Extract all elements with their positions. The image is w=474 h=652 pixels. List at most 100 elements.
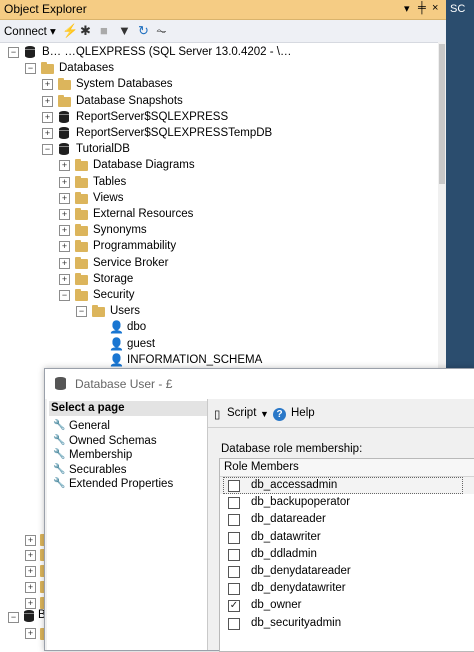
expand-icon[interactable]: +	[25, 566, 36, 577]
tree-node-label: Service Broker	[93, 256, 169, 269]
tree-node[interactable]: − TutorialDB	[0, 141, 436, 157]
role-row[interactable]: db_datawriter	[220, 529, 474, 546]
folder-icon	[75, 208, 88, 220]
role-name: db_backupoperator	[251, 496, 351, 509]
collapse-icon[interactable]: −	[8, 47, 19, 58]
role-membership-label: Database role membership:	[221, 443, 363, 455]
tree-node[interactable]: − Databases	[0, 60, 436, 76]
database-icon	[55, 377, 66, 390]
wrench-icon: 🔧	[53, 434, 66, 446]
collapse-icon[interactable]: −	[42, 144, 53, 156]
tree-node-label: Tables	[93, 175, 127, 188]
role-checkbox[interactable]	[228, 514, 240, 527]
role-checkbox[interactable]	[228, 583, 240, 596]
tree-node[interactable]: − Users	[0, 303, 436, 319]
role-row[interactable]: db_accessadmin	[220, 477, 474, 494]
filter-icon[interactable]: ▼	[118, 23, 131, 38]
tree-node[interactable]: − B… …QLEXPRESS (SQL Server 13.0.4202 - \…	[0, 44, 436, 60]
role-name: db_owner	[251, 599, 302, 612]
expand-icon[interactable]: +	[59, 273, 70, 285]
collapse-icon[interactable]: −	[59, 290, 70, 301]
script-dropdown-icon[interactable]: ▼	[260, 409, 269, 419]
role-checkbox[interactable]	[228, 480, 240, 492]
tree-node[interactable]: 👤 guest	[0, 336, 436, 352]
tree-node[interactable]: + Database Diagrams	[0, 157, 436, 173]
scrollbar-thumb[interactable]	[439, 44, 445, 184]
tree-node[interactable]: + External Resources	[0, 206, 436, 222]
role-row[interactable]: db_denydatawriter	[220, 580, 474, 597]
role-row[interactable]: db_ddladmin	[220, 546, 474, 563]
tree-node-label: Security	[93, 289, 135, 301]
tree-node[interactable]: + Programmability	[0, 238, 436, 254]
refresh-icon[interactable]: ↻	[138, 23, 149, 39]
role-name: db_denydatawriter	[251, 582, 346, 595]
role-checkbox[interactable]	[228, 548, 240, 561]
role-row[interactable]: db_denydatareader	[220, 563, 474, 580]
folder-icon	[58, 78, 71, 91]
tree-node[interactable]: + ReportServer$SQLEXPRESS	[0, 109, 436, 125]
expand-icon[interactable]: +	[25, 582, 36, 593]
script-button[interactable]: Script	[227, 407, 256, 419]
script-icon[interactable]: ▯	[214, 407, 220, 421]
expand-icon[interactable]: +	[59, 176, 70, 188]
page-item-label: General	[69, 420, 110, 432]
expand-icon[interactable]: +	[25, 535, 36, 546]
stop-icon[interactable]: ■	[100, 23, 108, 38]
role-row[interactable]: db_datareader	[220, 511, 474, 528]
folder-icon	[92, 305, 105, 318]
folder-icon	[75, 240, 88, 253]
tree-node[interactable]: + Database Snapshots	[0, 93, 436, 109]
help-button[interactable]: Help	[291, 407, 315, 419]
role-checkbox[interactable]: ✓	[228, 600, 240, 613]
expand-icon[interactable]: +	[59, 257, 70, 269]
tree-node[interactable]: + Tables	[0, 174, 436, 190]
tree-node[interactable]: 👤 dbo	[0, 319, 436, 335]
expand-icon[interactable]: +	[59, 209, 70, 220]
role-row[interactable]: ✓ db_owner	[220, 597, 474, 614]
role-name: db_datawriter	[251, 530, 321, 543]
help-icon[interactable]: ?	[273, 408, 286, 421]
collapse-icon[interactable]: −	[25, 63, 36, 75]
expand-icon[interactable]: +	[42, 95, 53, 107]
expand-icon[interactable]: +	[25, 628, 36, 639]
wrench-icon: 🔧	[53, 449, 66, 460]
role-checkbox[interactable]	[228, 497, 240, 510]
expand-icon[interactable]: +	[25, 550, 36, 561]
dropdown-icon[interactable]: ▾	[404, 2, 410, 15]
expand-icon[interactable]: +	[42, 128, 53, 139]
tree-node[interactable]: 👤 INFORMATION_SCHEMA	[0, 352, 436, 368]
role-name: db_securityadmin	[251, 616, 342, 629]
side-tab-label[interactable]: SC	[450, 3, 465, 15]
role-row[interactable]: db_securityadmin	[220, 615, 474, 632]
activity-icon[interactable]: ⏦	[156, 23, 167, 39]
expand-icon[interactable]: +	[25, 598, 36, 609]
tree-node[interactable]: + Service Broker	[0, 255, 436, 271]
expand-icon[interactable]: +	[59, 241, 70, 253]
folder-icon	[75, 175, 88, 188]
expand-icon[interactable]: +	[59, 160, 70, 172]
tree-node[interactable]: − Security	[0, 287, 436, 303]
role-checkbox[interactable]	[228, 531, 240, 544]
role-checkbox[interactable]	[228, 566, 240, 578]
tree-node[interactable]: + System Databases	[0, 76, 436, 92]
pin-icon[interactable]: ╪	[418, 2, 426, 14]
tree-node[interactable]: + ReportServer$SQLEXPRESSTempDB	[0, 125, 436, 141]
object-explorer-toolbar: Connect ▾ ⚡ ✱ ■ ▼ ↻ ⏦	[0, 20, 446, 43]
role-members-header: Role Members	[224, 461, 299, 473]
connect-button[interactable]: Connect ▾	[4, 24, 56, 38]
expand-icon[interactable]: +	[42, 79, 53, 91]
close-icon[interactable]: ×	[432, 2, 438, 14]
tree-node[interactable]: + Storage	[0, 271, 436, 287]
disconnect-icon[interactable]: ✱	[80, 23, 91, 39]
folder-icon	[75, 191, 88, 204]
connect-icon[interactable]: ⚡	[62, 23, 78, 39]
tree-node[interactable]: + Synonyms	[0, 222, 436, 238]
tree-node[interactable]: + Views	[0, 190, 436, 206]
expand-icon[interactable]: +	[42, 111, 53, 123]
role-checkbox[interactable]	[228, 617, 240, 630]
expand-icon[interactable]: +	[59, 192, 70, 204]
collapse-icon[interactable]: −	[8, 612, 19, 623]
expand-icon[interactable]: +	[59, 225, 70, 237]
role-row[interactable]: db_backupoperator	[220, 494, 474, 511]
collapse-icon[interactable]: −	[76, 306, 87, 318]
